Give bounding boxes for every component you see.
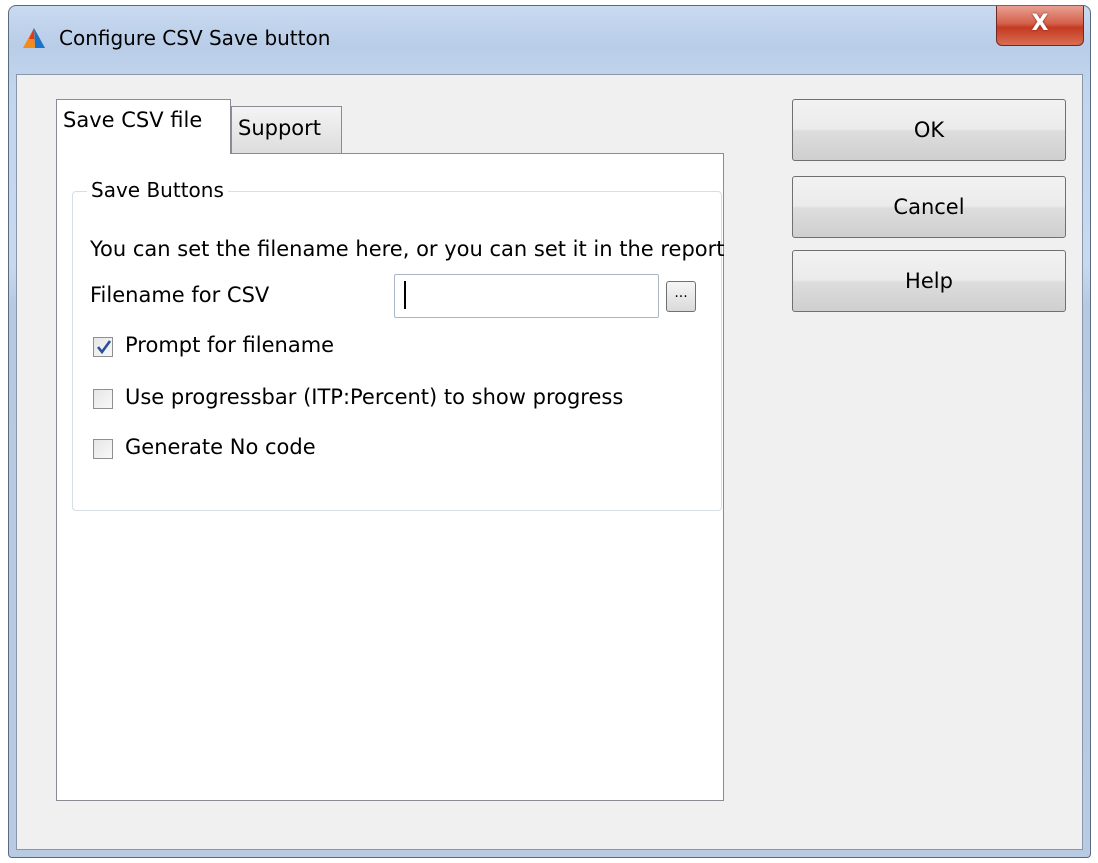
browse-button[interactable]: ...: [666, 281, 696, 312]
checkbox-label: Prompt for filename: [125, 333, 335, 357]
cancel-button[interactable]: Cancel: [792, 176, 1066, 238]
close-icon: X: [1031, 11, 1049, 36]
checkmark-icon: [96, 340, 112, 355]
help-button[interactable]: Help: [792, 250, 1066, 312]
ok-button[interactable]: OK: [792, 99, 1066, 161]
checkbox-box[interactable]: [93, 439, 113, 459]
filename-label: Filename for CSV: [90, 283, 270, 307]
tab-support[interactable]: Support: [231, 106, 342, 154]
group-legend: Save Buttons: [87, 178, 228, 202]
window-title: Configure CSV Save button: [59, 26, 331, 50]
close-button[interactable]: X: [996, 6, 1084, 46]
use-progressbar-checkbox[interactable]: Use progressbar (ITP:Percent) to show pr…: [93, 385, 703, 415]
text-caret: [404, 281, 406, 309]
dialog-client-area: Save CSV file Support Save Buttons You c…: [16, 74, 1083, 850]
save-buttons-groupbox: Save Buttons You can set the filename he…: [72, 178, 725, 511]
generate-no-code-checkbox[interactable]: Generate No code: [93, 435, 373, 465]
checkbox-box[interactable]: [93, 337, 113, 357]
prompt-for-filename-checkbox[interactable]: Prompt for filename: [93, 333, 373, 363]
title-bar[interactable]: Configure CSV Save button X: [9, 6, 1090, 74]
tab-panel-save-csv-file: Save Buttons You can set the filename he…: [56, 153, 725, 801]
app-logo-icon: [23, 28, 45, 48]
tab-save-csv-file[interactable]: Save CSV file: [56, 99, 231, 154]
checkbox-label: Generate No code: [125, 435, 316, 459]
info-text: You can set the filename here, or you ca…: [90, 237, 725, 261]
checkbox-box[interactable]: [93, 389, 113, 409]
dialog-window: Configure CSV Save button X Save CSV fil…: [8, 5, 1091, 858]
checkbox-label: Use progressbar (ITP:Percent) to show pr…: [125, 385, 624, 409]
filename-input[interactable]: [394, 274, 659, 318]
